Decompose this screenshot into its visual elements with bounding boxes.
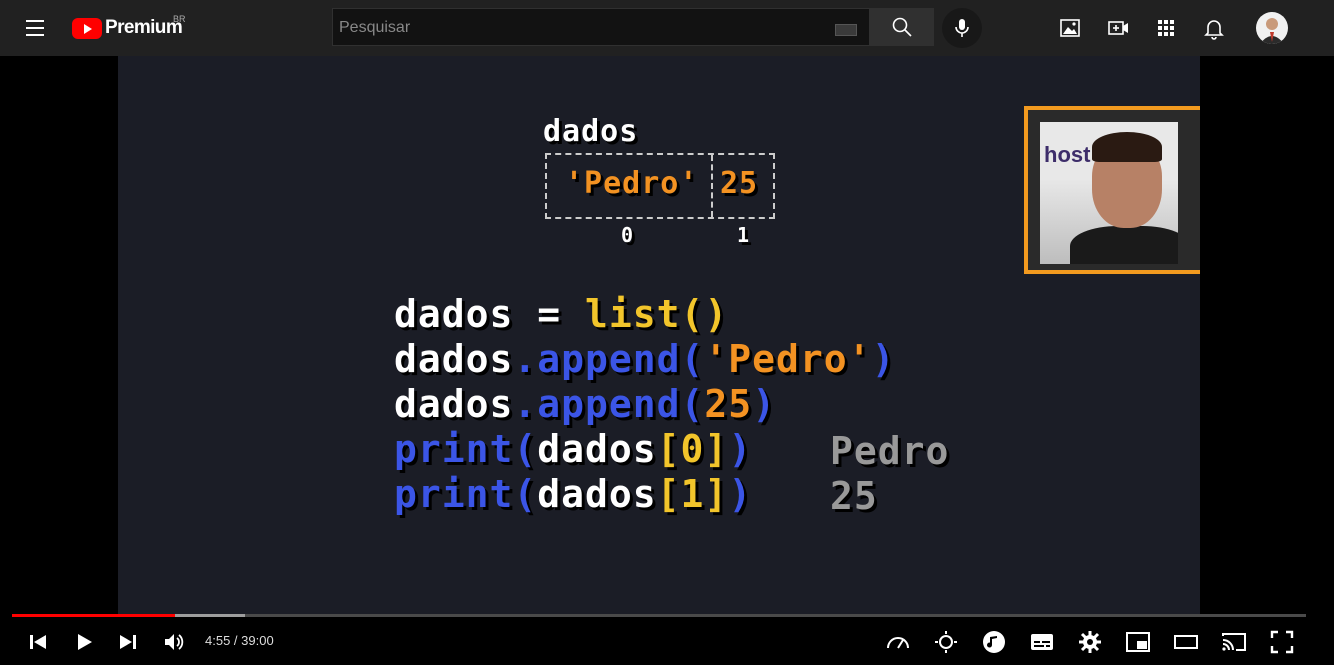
code-line: dados.append(25) [394, 382, 895, 427]
code-line: dados = list() [394, 292, 895, 337]
play-icon[interactable] [70, 628, 98, 656]
menu-icon[interactable] [24, 18, 46, 38]
cast-icon[interactable] [1220, 628, 1248, 656]
miniplayer-icon[interactable] [1124, 628, 1152, 656]
youtube-premium-logo[interactable]: Premium [72, 17, 183, 39]
theater-mode-icon[interactable] [1172, 628, 1200, 656]
output-block: Pedro 25 [830, 429, 949, 519]
create-video-icon[interactable] [1106, 16, 1130, 40]
settings-gear-icon[interactable] [1076, 628, 1104, 656]
code-token: ) [752, 382, 777, 426]
search-input[interactable] [333, 9, 841, 47]
image-icon[interactable] [1058, 16, 1082, 40]
code-token: ) [728, 427, 753, 471]
code-line: dados.append('Pedro') [394, 337, 895, 382]
voice-search-button[interactable] [942, 8, 982, 48]
previous-icon[interactable] [24, 628, 52, 656]
output-line: 25 [830, 474, 878, 518]
code-token: dados [394, 382, 514, 426]
time-display: 4:55 / 39:00 [205, 633, 274, 648]
array-cell-0: 'Pedro' [565, 166, 699, 201]
search-button[interactable] [870, 8, 934, 46]
code-token: ) [728, 472, 753, 516]
code-token: ) [871, 337, 896, 381]
progress-played [12, 614, 175, 617]
notifications-bell-icon[interactable] [1202, 16, 1226, 40]
keyboard-icon[interactable] [835, 24, 857, 36]
top-bar: Premium BR [0, 0, 1334, 56]
code-token: 25 [704, 382, 753, 426]
ambient-mode-icon[interactable] [932, 628, 960, 656]
region-code: BR [173, 14, 186, 24]
subtitles-icon[interactable] [1028, 628, 1056, 656]
array-index-0: 0 [621, 223, 635, 247]
code-token: dados [537, 472, 657, 516]
presenter-webcam: host [1024, 106, 1200, 274]
fullscreen-icon[interactable] [1268, 628, 1296, 656]
code-token: print( [394, 427, 538, 471]
array-divider [711, 155, 713, 217]
video-player[interactable]: dados 'Pedro' 25 0 1 dados = list() dados… [118, 56, 1200, 615]
logo-text: Premium [105, 17, 183, 38]
next-icon[interactable] [114, 628, 142, 656]
avatar[interactable] [1256, 12, 1288, 44]
code-token: list() [585, 292, 729, 336]
code-token: [1] [656, 472, 729, 516]
search-box[interactable] [332, 8, 870, 47]
array-variable-label: dados [543, 114, 639, 149]
code-token: print( [394, 472, 538, 516]
microphone-icon [955, 19, 969, 37]
code-token: 'Pedro' [704, 337, 872, 381]
code-token: dados [537, 427, 657, 471]
code-token: dados [394, 337, 514, 381]
user-avatar-icon [1260, 18, 1284, 44]
code-line: print(dados[0]) [394, 427, 895, 472]
code-block: dados = list() dados.append('Pedro') dados… [394, 292, 895, 517]
code-token: = [513, 292, 586, 336]
output-line: Pedro [830, 429, 950, 473]
playback-speed-icon[interactable] [884, 628, 912, 656]
code-token: .append( [513, 382, 705, 426]
array-cell-1: 25 [720, 166, 759, 201]
code-token: .append( [513, 337, 705, 381]
sponsor-logo-text: host [1044, 142, 1091, 167]
music-icon[interactable] [980, 628, 1008, 656]
search-icon [892, 17, 912, 37]
youtube-logo-icon [72, 17, 102, 39]
presenter-image: host [1040, 122, 1178, 264]
code-token: [0] [656, 427, 729, 471]
code-line: print(dados[1]) [394, 472, 895, 517]
array-index-1: 1 [737, 223, 751, 247]
apps-grid-icon[interactable] [1154, 16, 1178, 40]
volume-icon[interactable] [160, 628, 188, 656]
code-token: dados [394, 292, 514, 336]
